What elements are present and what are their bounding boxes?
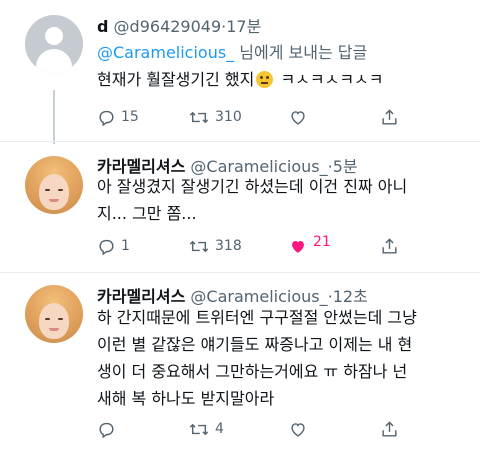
avatar-eye <box>45 189 50 191</box>
retweet-icon <box>189 240 209 252</box>
like-count: 21 <box>313 234 331 250</box>
timestamp[interactable]: 17분 <box>226 17 261 36</box>
tweet-text-line: 하 간지때문에 트위터엔 구구절절 안썼는데 그냥 <box>97 308 417 327</box>
retweet-button[interactable]: 4 <box>188 418 224 440</box>
retweet-count: 310 <box>215 109 242 125</box>
tweet-text-line: 새해 복 하나도 받지말아라 <box>97 389 275 408</box>
reply-suffix: 님에게 보내는 답글 <box>239 43 368 62</box>
tweet-text-line: 지... 그만 쫌... <box>97 204 197 223</box>
retweet-icon <box>189 423 209 435</box>
thinking-face-icon <box>256 71 274 88</box>
divider <box>0 141 480 142</box>
retweet-button[interactable]: 318 <box>188 235 242 257</box>
tweet-text-line: 이런 별 같잖은 얘기들도 짜증나고 이제는 내 현 <box>97 335 413 354</box>
handle[interactable]: @d96429049 <box>114 17 222 36</box>
divider <box>0 272 480 273</box>
reply-icon <box>99 239 114 255</box>
retweet-count: 318 <box>215 238 242 254</box>
share-icon <box>382 237 397 254</box>
tweet-text-part: ㅋㅅㅋㅅㅋㅅㅋ <box>275 70 384 89</box>
avatar-mouth <box>49 199 59 202</box>
heart-filled-icon <box>292 240 304 253</box>
avatar[interactable] <box>25 15 83 73</box>
avatar-mouth <box>49 328 59 331</box>
avatar-face <box>39 174 69 210</box>
default-avatar-body <box>36 49 72 73</box>
default-avatar-head <box>45 27 63 45</box>
heart-outline-icon <box>291 422 305 437</box>
thread-line <box>53 90 55 144</box>
tweet-header: d @d96429049·17분 <box>97 13 261 37</box>
tweet-text-part: 현재가 훨잘생기긴 했지 <box>97 70 255 89</box>
avatar-eye <box>58 189 63 191</box>
tweet-text-line: 생이 더 중요해서 그만하는거에요 ㅠ 하잠나 넌 <box>97 362 408 381</box>
reply-count: 15 <box>121 109 139 125</box>
tweet-text: 현재가 훨잘생기긴 했지 ㅋㅅㅋㅅㅋㅅㅋ <box>97 66 467 93</box>
reply-count: 1 <box>121 238 130 254</box>
retweet-button[interactable]: 310 <box>188 106 242 128</box>
heart-outline-icon <box>291 110 305 125</box>
reply-button[interactable] <box>97 418 121 440</box>
share-button[interactable] <box>380 106 404 128</box>
avatar-face <box>39 303 69 339</box>
retweet-icon <box>189 111 209 123</box>
share-icon <box>382 108 397 125</box>
share-button[interactable] <box>380 235 404 257</box>
reply-button[interactable]: 15 <box>97 106 139 128</box>
avatar-eye <box>58 318 63 320</box>
like-button[interactable] <box>288 418 313 440</box>
like-button[interactable]: 21 <box>288 234 331 257</box>
tweet-text-line: 아 잘생겼지 잘생기긴 하셨는데 이건 진짜 아니 <box>97 177 408 196</box>
display-name[interactable]: d <box>97 17 108 36</box>
share-button[interactable] <box>380 418 404 440</box>
like-button[interactable] <box>288 106 313 128</box>
tweet-text: 아 잘생겼지 잘생기긴 하셨는데 이건 진짜 아니 지... 그만 쫌... <box>97 173 467 227</box>
reply-icon <box>99 110 114 126</box>
reply-icon <box>99 422 114 438</box>
avatar[interactable] <box>25 156 83 214</box>
avatar-eye <box>45 318 50 320</box>
reply-to-line: @Caramelicious_ 님에게 보내는 답글 <box>97 39 367 63</box>
avatar[interactable] <box>25 285 83 343</box>
reply-button[interactable]: 1 <box>97 235 130 257</box>
tweet-text: 하 간지때문에 트위터엔 구구절절 안썼는데 그냥 이런 별 같잖은 얘기들도 … <box>97 304 467 412</box>
reply-mention[interactable]: @Caramelicious_ <box>97 43 234 62</box>
share-icon <box>382 420 397 437</box>
retweet-count: 4 <box>215 421 224 437</box>
